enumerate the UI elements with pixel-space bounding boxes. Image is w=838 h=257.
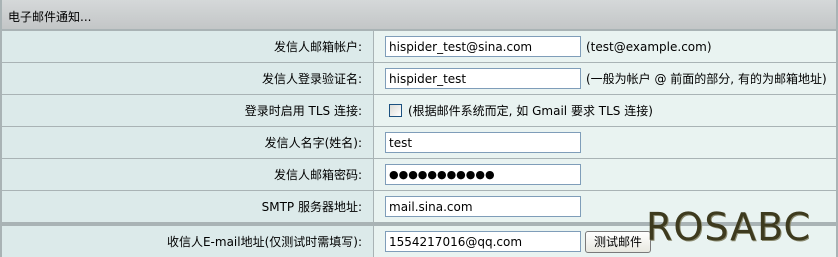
tls-checkbox[interactable] bbox=[389, 104, 402, 117]
form-row-sender-account: 发信人邮箱帐户: (test@example.com) bbox=[2, 31, 836, 62]
sender-name-cell bbox=[374, 127, 836, 158]
password-cell: ●●●●●●●●●●● bbox=[374, 159, 836, 190]
form-row-password: 发信人邮箱密码: ●●●●●●●●●●● bbox=[2, 159, 836, 190]
login-name-label: 发信人登录验证名: bbox=[2, 63, 373, 94]
section-header: 电子邮件通知... bbox=[2, 0, 836, 30]
watermark-logo: ROSABC bbox=[646, 205, 812, 249]
tls-hint: (根据邮件系统而定, 如 Gmail 要求 TLS 连接) bbox=[408, 104, 653, 118]
password-input[interactable]: ●●●●●●●●●●● bbox=[385, 164, 581, 185]
recipient-label: 收信人E-mail地址(仅测试时需填写): bbox=[2, 226, 373, 257]
section-title: 电子邮件通知... bbox=[8, 10, 92, 24]
form-row-tls: 登录时启用 TLS 连接: (根据邮件系统而定, 如 Gmail 要求 TLS … bbox=[2, 95, 836, 126]
recipient-input[interactable] bbox=[385, 231, 581, 252]
sender-account-cell: (test@example.com) bbox=[374, 31, 836, 62]
form-row-sender-name: 发信人名字(姓名): bbox=[2, 127, 836, 158]
send-test-email-button[interactable]: 测试邮件 bbox=[585, 230, 652, 253]
smtp-server-label: SMTP 服务器地址: bbox=[2, 191, 373, 222]
sender-account-label: 发信人邮箱帐户: bbox=[2, 31, 373, 62]
login-name-input[interactable] bbox=[385, 68, 581, 89]
tls-cell: (根据邮件系统而定, 如 Gmail 要求 TLS 连接) bbox=[374, 95, 836, 126]
login-name-cell: (一般为帐户 @ 前面的部分, 有的为邮箱地址) bbox=[374, 63, 836, 94]
sender-name-label: 发信人名字(姓名): bbox=[2, 127, 373, 158]
password-label: 发信人邮箱密码: bbox=[2, 159, 373, 190]
sender-account-input[interactable] bbox=[385, 36, 581, 57]
sender-account-hint: (test@example.com) bbox=[586, 39, 712, 54]
login-name-hint: (一般为帐户 @ 前面的部分, 有的为邮箱地址) bbox=[586, 72, 827, 86]
smtp-server-input[interactable] bbox=[385, 196, 581, 217]
tls-label: 登录时启用 TLS 连接: bbox=[2, 95, 373, 126]
form-row-login-name: 发信人登录验证名: (一般为帐户 @ 前面的部分, 有的为邮箱地址) bbox=[2, 63, 836, 94]
sender-name-input[interactable] bbox=[385, 132, 581, 153]
